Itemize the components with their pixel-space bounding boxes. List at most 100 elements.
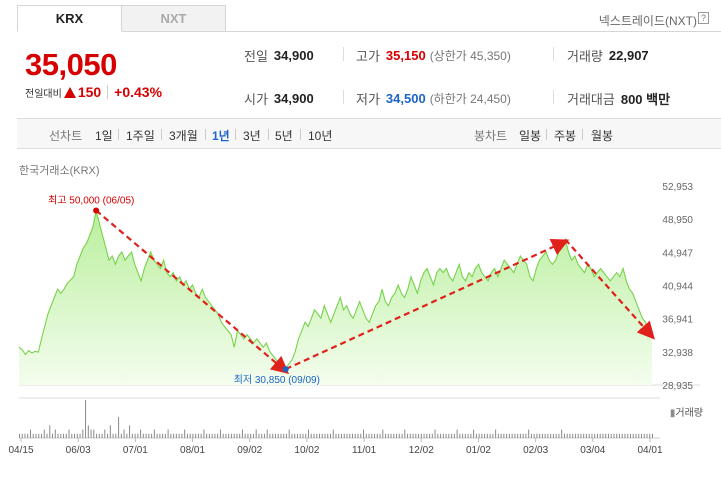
y-tick-label: 44,947 [662,248,693,259]
stat-label: 거래대금 [567,92,615,107]
volume-bar [283,433,285,438]
volume-bar [638,433,640,438]
period-5y[interactable]: 5년 [275,127,293,144]
x-tick-label: 10/02 [294,445,319,456]
volume-bar [415,433,417,438]
stat-divider [343,47,344,61]
volume-bar [74,433,76,438]
volume-bar [123,429,125,438]
stat-value: 35,150 [385,48,426,63]
x-tick-label: 11/01 [352,445,377,456]
period-divider [546,129,547,140]
tab-krx[interactable]: KRX [17,5,122,32]
x-tick-label: 06/03 [66,445,91,456]
volume-bar [486,433,488,438]
candle-chart-label: 봉차트 [474,129,508,143]
stat-amount: 거래대금 800 백만 [567,89,670,108]
chart-period-bar: 선차트 1일 1주일 3개월 1년 3년 5년 10년 봉차트 일봉 주봉 월봉 [17,118,721,149]
volume-bar [302,433,304,438]
candle-daily[interactable]: 일봉 [519,127,541,144]
volume-bar [316,433,318,438]
volume-bar [464,433,466,438]
volume-bar [170,433,172,438]
volume-bar [426,433,428,438]
volume-bar [555,433,557,438]
volume-bar [60,433,62,438]
volume-bar [393,433,395,438]
stat-volume: 거래량 22,907 [567,46,649,65]
volume-bar [255,429,257,438]
period-1w[interactable]: 1주일 [126,127,155,144]
volume-bar [294,433,296,438]
volume-bar [503,433,505,438]
volume-bar [63,433,65,438]
volume-bar [495,429,497,438]
volume-bar [151,433,153,438]
volume-bar [296,433,298,438]
y-tick-label: 32,938 [662,348,693,359]
volume-bar [453,433,455,438]
period-divider [205,129,206,140]
stat-divider [343,90,344,104]
price-change: 전일대비 150 +0.43% [25,84,162,100]
volume-bar [239,433,241,438]
change-divider [107,85,109,99]
volume-bar [459,433,461,438]
volume-bar [646,433,648,438]
volume-bar [346,433,348,438]
stat-label: 시가 [244,92,268,107]
tab-nxt[interactable]: NXT [122,5,226,32]
help-icon[interactable]: ? [698,12,709,24]
volume-bar [214,433,216,438]
volume-bar [352,433,354,438]
period-10y[interactable]: 10년 [308,127,332,144]
volume-bar [38,433,40,438]
volume-bar [173,433,175,438]
period-1y[interactable]: 1년 [212,127,230,144]
volume-bar [175,433,177,438]
volume-bar [244,433,246,438]
volume-bar [82,429,84,438]
period-divider [268,129,269,140]
candle-monthly[interactable]: 월봉 [591,127,613,144]
volume-bar [539,433,541,438]
volume-bar [164,433,166,438]
volume-legend: ▮거래량 [669,408,703,419]
stat-low: 저가 34,500 (하한가 24,450) [356,89,511,108]
volume-bar [429,433,431,438]
volume-bar [236,433,238,438]
volume-bar [225,433,227,438]
volume-bar [178,433,180,438]
volume-bar [338,433,340,438]
volume-bar [478,433,480,438]
period-1d[interactable]: 1일 [95,127,113,144]
market-tabs: KRX NXT [17,5,226,32]
period-3m[interactable]: 3개월 [169,127,198,144]
volume-bar [335,433,337,438]
volume-bar [451,433,453,438]
volume-bar [396,433,398,438]
volume-bar [536,433,538,438]
volume-bar [305,433,307,438]
volume-bar [258,433,260,438]
change-label: 전일대비 [25,88,62,100]
volume-bar [431,433,433,438]
period-3y[interactable]: 3년 [243,127,261,144]
volume-bar [404,429,406,438]
volume-bar [481,433,483,438]
stat-label: 전일 [244,49,268,64]
volume-bar [93,429,95,438]
volume-bar [552,433,554,438]
volume-bar [652,433,653,438]
volume-bar [115,433,117,438]
volume-bar [195,433,197,438]
volume-bar [508,433,510,438]
volume-bar [489,433,491,438]
volume-bar [354,433,356,438]
candle-weekly[interactable]: 주봉 [554,127,576,144]
nxt-link[interactable]: 넥스트레이드(NXT) [599,12,697,29]
volume-bar [618,433,620,438]
volume-bar [291,433,293,438]
volume-bar [371,433,373,438]
volume-bar [104,429,106,438]
